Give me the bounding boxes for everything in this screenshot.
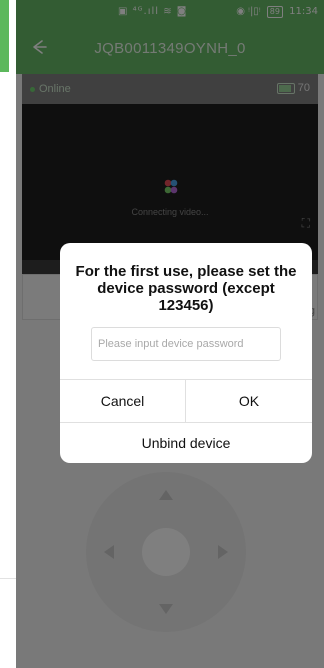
previous-screen-divider <box>0 578 16 579</box>
ok-button[interactable]: OK <box>186 380 312 423</box>
password-dialog: For the first use, please set the device… <box>60 243 312 463</box>
dialog-title: For the first use, please set the device… <box>75 263 297 314</box>
device-screen: ▣ ⁴ᴳ.ıll ≋ ◙ ◉ ᵎ|▯ᵎ 89 11:34 JQB0011349O… <box>16 0 324 668</box>
previous-screen-strip <box>0 0 16 668</box>
dialog-button-row: Cancel OK <box>60 379 312 423</box>
unbind-device-button[interactable]: Unbind device <box>60 422 312 463</box>
previous-screen-accent <box>0 0 9 72</box>
cancel-button[interactable]: Cancel <box>60 380 186 423</box>
password-input[interactable] <box>91 327 281 361</box>
